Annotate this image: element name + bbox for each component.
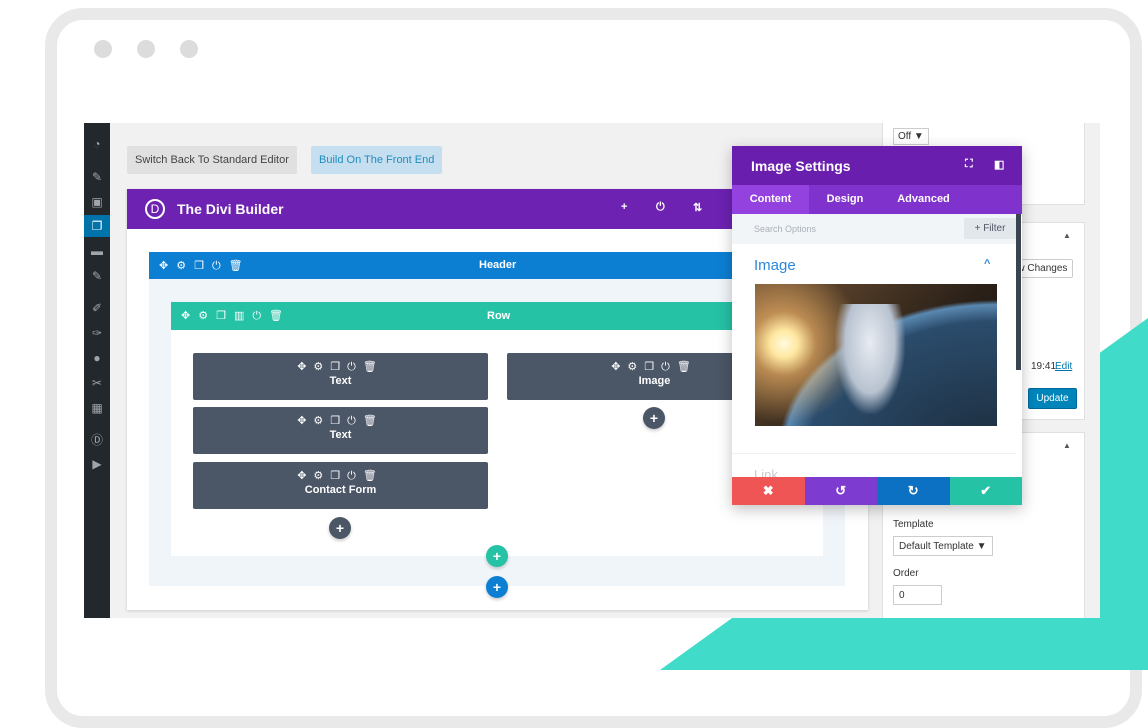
divi-logo: D: [145, 199, 165, 219]
search-options-input[interactable]: Search Options: [754, 224, 816, 234]
window-dot: [137, 40, 155, 58]
dashboard-icon[interactable]: ◔: [84, 133, 110, 155]
pages-icon[interactable]: ❐: [84, 215, 110, 237]
group-title-link[interactable]: Link: [754, 467, 778, 477]
module-text[interactable]: ✥⚙❐⏻🗑 Text: [193, 353, 488, 400]
power-icon[interactable]: ⏻: [656, 201, 665, 214]
save-button[interactable]: ✔: [949, 477, 1022, 505]
row-label: Row: [487, 310, 511, 322]
settings-icon[interactable]: ▦: [84, 397, 110, 419]
row-bar[interactable]: ✥⚙❐▥⏻🗑 Row: [171, 302, 823, 330]
window-dot: [94, 40, 112, 58]
add-module-button[interactable]: +: [643, 407, 665, 429]
template-label: Template: [893, 519, 934, 530]
collapse-icon[interactable]: ▲: [1063, 441, 1071, 450]
add-module-button[interactable]: +: [329, 517, 351, 539]
undo-button[interactable]: ↺: [804, 477, 877, 505]
plus-icon[interactable]: +: [621, 201, 627, 213]
filter-button[interactable]: + Filter: [964, 218, 1016, 239]
frontend-builder-button[interactable]: Build On The Front End: [311, 146, 443, 174]
scrollbar[interactable]: [1016, 214, 1021, 370]
order-input[interactable]: 0: [893, 585, 942, 605]
cancel-button[interactable]: ✖: [732, 477, 805, 505]
module-label: Contact Form: [304, 484, 377, 496]
appearance-icon[interactable]: ✐: [84, 297, 110, 319]
add-section-button[interactable]: +: [486, 576, 508, 598]
tools-icon[interactable]: ✂: [84, 372, 110, 394]
order-label: Order: [893, 568, 919, 579]
redo-button[interactable]: ↻: [877, 477, 950, 505]
panel-title: Image Settings: [751, 158, 851, 174]
row-controls-icons[interactable]: ✥⚙❐▥⏻🗑: [181, 309, 291, 323]
divider: [732, 453, 1016, 454]
media-icon[interactable]: ▣: [84, 191, 110, 213]
divi-icon[interactable]: Ⓓ: [84, 429, 110, 451]
admin-sidebar: ◔ ✎ ▣ ❐ ▬ ✎ ✐ ✑ ● ✂ ▦ Ⓓ ▶: [84, 123, 110, 618]
play-icon[interactable]: ▶: [84, 453, 110, 475]
pin-icon[interactable]: ✎: [84, 265, 110, 287]
builder-title: The Divi Builder: [177, 201, 284, 217]
module-contact-form[interactable]: ✥⚙❐⏻🗑 Contact Form: [193, 462, 488, 509]
status-select[interactable]: Off ▼: [893, 128, 929, 145]
module-controls-icons[interactable]: ✥⚙❐⏻🗑: [193, 407, 488, 429]
chevron-up-icon[interactable]: ^: [984, 258, 990, 270]
section-controls-icons[interactable]: ✥⚙❐⏻🗑: [159, 259, 251, 273]
panel-header: Image Settings ⛶ ◧: [732, 146, 1022, 185]
module-label: Text: [329, 429, 352, 441]
add-row-button[interactable]: +: [486, 545, 508, 567]
tab-advanced[interactable]: Advanced: [881, 185, 966, 214]
search-bar: Search Options + Filter: [732, 214, 1016, 244]
edit-link[interactable]: Edit: [1055, 361, 1072, 372]
wordpress-editor: ◔ ✎ ▣ ❐ ▬ ✎ ✐ ✑ ● ✂ ▦ Ⓓ ▶ Switch Back To…: [84, 123, 1100, 618]
tab-content[interactable]: Content: [732, 185, 809, 214]
users-icon[interactable]: ●: [84, 347, 110, 369]
switch-editor-button[interactable]: Switch Back To Standard Editor: [127, 146, 297, 174]
plugins-icon[interactable]: ✑: [84, 322, 110, 344]
row: ✥⚙❐▥⏻🗑 Row ✥⚙❐⏻🗑 Text ✥⚙❐⏻🗑 Text ✥⚙❐⏻🗑 Cont…: [171, 302, 823, 556]
template-select[interactable]: Default Template ▼: [893, 536, 993, 556]
group-title-image[interactable]: Image: [754, 257, 796, 274]
astronaut-figure: [835, 304, 905, 414]
section-label: Header: [479, 259, 517, 271]
panel-tabs: Content Design Advanced: [732, 185, 1022, 214]
module-text[interactable]: ✥⚙❐⏻🗑 Text: [193, 407, 488, 454]
astronaut-image-preview[interactable]: [755, 284, 997, 426]
module-controls-icons[interactable]: ✥⚙❐⏻🗑: [193, 353, 488, 375]
fullscreen-icon[interactable]: ⛶: [965, 158, 973, 171]
sort-icon[interactable]: ⇅: [693, 201, 702, 214]
window-dot: [180, 40, 198, 58]
module-controls-icons[interactable]: ✥⚙❐⏻🗑: [193, 462, 488, 484]
collapse-icon[interactable]: ▲: [1063, 231, 1071, 240]
pin-icon[interactable]: ✎: [84, 166, 110, 188]
image-settings-panel: Image Settings ⛶ ◧ Content Design Advanc…: [732, 146, 1022, 505]
comments-icon[interactable]: ▬: [84, 240, 110, 262]
tab-design[interactable]: Design: [809, 185, 881, 214]
publish-time: 19:41: [1031, 361, 1057, 372]
update-button[interactable]: Update: [1028, 388, 1077, 409]
sidebar-toggle-icon[interactable]: ◧: [994, 158, 1004, 171]
module-label: Text: [329, 375, 352, 387]
